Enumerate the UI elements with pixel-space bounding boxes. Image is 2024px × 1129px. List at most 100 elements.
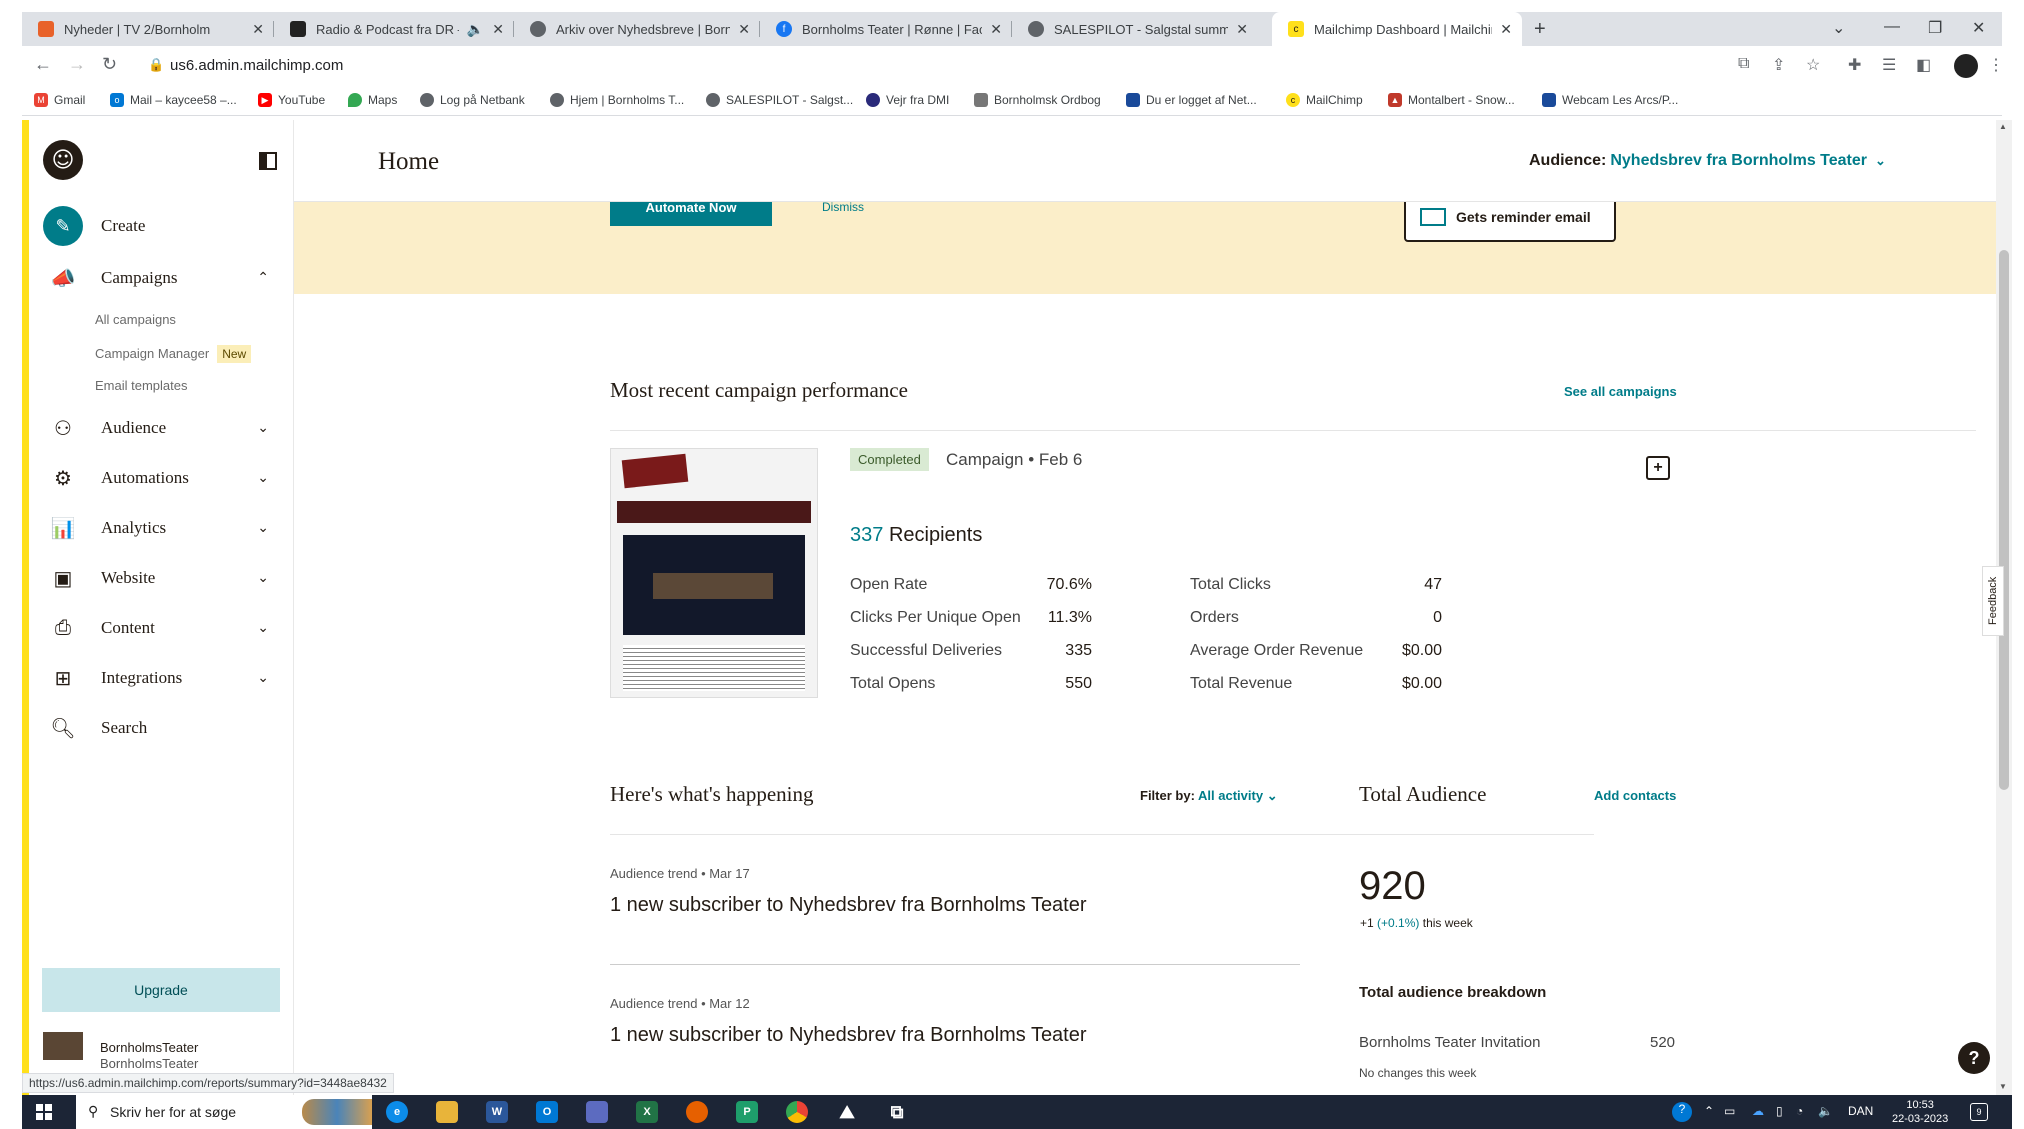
bookmark[interactable]: ▶ YouTube xyxy=(258,93,325,107)
bookmark[interactable]: Log på Netbank xyxy=(420,93,525,107)
side-panel-icon[interactable]: ◧ xyxy=(1916,55,1931,75)
feed-item-text[interactable]: 1 new subscriber to Nyhedsbrev fra Bornh… xyxy=(610,894,1087,917)
bookmark[interactable]: Hjem | Bornholms T... xyxy=(550,93,684,107)
scroll-up-icon[interactable]: ▲ xyxy=(1999,122,2007,131)
app-icon[interactable]: P xyxy=(736,1101,758,1123)
close-tab-icon[interactable]: ✕ xyxy=(252,21,264,38)
reading-list-icon[interactable]: ☰ xyxy=(1882,55,1896,75)
bookmark[interactable]: SALESPILOT - Salgst... xyxy=(706,93,853,107)
sidebar-item-create[interactable]: ✎ Create xyxy=(43,206,283,246)
sidebar-item-content[interactable]: ⎙ Content ⌄ xyxy=(43,610,283,646)
dismiss-link[interactable]: Dismiss xyxy=(822,202,864,214)
bookmark[interactable]: o Mail – kaycee58 –... xyxy=(110,93,237,107)
windows-start-icon[interactable] xyxy=(36,1104,52,1120)
sidebar-item-audience[interactable]: ⚇ Audience ⌄ xyxy=(43,410,283,446)
browser-tab-active[interactable]: c Mailchimp Dashboard | Mailchim ✕ xyxy=(1272,12,1522,46)
sidebar-subitem-all-campaigns[interactable]: All campaigns xyxy=(95,312,176,327)
battery-icon[interactable]: ▯ xyxy=(1776,1104,1783,1118)
close-tab-icon[interactable]: ✕ xyxy=(990,21,1002,38)
add-contacts-link[interactable]: Add contacts xyxy=(1594,788,1676,803)
browser-tab[interactable]: f Bornholms Teater | Rønne | Face ✕ xyxy=(760,12,1012,46)
app-icon[interactable]: ⛰ xyxy=(836,1101,858,1123)
audience-selector[interactable]: Audience: Nyhedsbrev fra Bornholms Teater… xyxy=(1529,152,1886,170)
activity-filter[interactable]: Filter by: All activity ⌄ xyxy=(1140,788,1278,804)
collapse-sidebar-icon[interactable] xyxy=(259,152,277,170)
close-tab-icon[interactable]: ✕ xyxy=(1500,21,1512,38)
sidebar-item-search[interactable]: 🔍︎ Search xyxy=(43,710,283,746)
task-view-icon[interactable]: ⧉ xyxy=(886,1101,908,1123)
excel-icon[interactable]: X xyxy=(636,1101,658,1123)
sidebar-item-analytics[interactable]: 📊 Analytics ⌄ xyxy=(43,510,283,546)
close-tab-icon[interactable]: ✕ xyxy=(738,21,750,38)
minimize-icon[interactable]: — xyxy=(1884,18,1900,36)
new-tab-icon[interactable]: + xyxy=(1534,18,1546,41)
bookmark[interactable]: Du er logget af Net... xyxy=(1126,93,1257,107)
sidebar-item-campaigns[interactable]: 📣 Campaigns ⌃ xyxy=(43,260,283,296)
chrome-icon[interactable] xyxy=(786,1101,808,1123)
notifications-icon[interactable]: 9 xyxy=(1970,1103,1988,1121)
account-avatar[interactable] xyxy=(43,1032,83,1060)
file-explorer-icon[interactable] xyxy=(436,1101,458,1123)
volume-icon[interactable]: 🔈 xyxy=(1818,1104,1833,1118)
firefox-icon[interactable] xyxy=(686,1101,708,1123)
back-icon[interactable]: ← xyxy=(34,54,52,75)
help-tray-icon[interactable]: ? xyxy=(1672,1102,1692,1122)
close-window-icon[interactable]: ✕ xyxy=(1972,18,1985,38)
mute-icon[interactable]: 🔈 xyxy=(467,21,484,38)
bookmark-star-icon[interactable]: ☆ xyxy=(1806,55,1820,75)
bookmark[interactable]: Webcam Les Arcs/P... xyxy=(1542,93,1678,107)
account-name[interactable]: BornholmsTeater xyxy=(100,1040,198,1055)
close-tab-icon[interactable]: ✕ xyxy=(492,21,504,38)
url-field[interactable]: us6.admin.mailchimp.com xyxy=(170,57,343,74)
bookmark[interactable]: c MailChimp xyxy=(1286,93,1363,107)
see-all-campaigns-link[interactable]: See all campaigns xyxy=(1564,384,1677,399)
chevron-up-icon[interactable]: ⌃ xyxy=(1704,1104,1714,1118)
bookmark[interactable]: ▲ Montalbert - Snow... xyxy=(1388,93,1515,107)
close-tab-icon[interactable]: ✕ xyxy=(1236,21,1248,38)
forward-icon[interactable]: → xyxy=(68,54,86,75)
replicate-icon[interactable]: + xyxy=(1646,456,1670,480)
bookmark[interactable]: M Gmail xyxy=(34,93,85,107)
browser-tab[interactable]: Radio & Podcast fra DR – Hø 🔈 ✕ xyxy=(274,12,514,46)
campaign-label[interactable]: Campaign • Feb 6 xyxy=(946,450,1082,470)
campaign-thumbnail[interactable] xyxy=(610,448,818,698)
word-icon[interactable]: W xyxy=(486,1101,508,1123)
reload-icon[interactable]: ↻ xyxy=(102,54,117,75)
restore-icon[interactable]: ❐ xyxy=(1928,18,1942,38)
network-icon[interactable]: ◔ xyxy=(1796,1104,1803,1118)
scrollbar-thumb[interactable] xyxy=(1999,250,2009,790)
menu-icon[interactable]: ⋮ xyxy=(1988,55,2004,75)
share-icon[interactable]: ⇪ xyxy=(1772,55,1785,75)
scroll-down-icon[interactable]: ▼ xyxy=(1999,1082,2007,1091)
help-button[interactable]: ? xyxy=(1958,1042,1990,1074)
bookmark[interactable]: Maps xyxy=(348,93,397,107)
edge-icon[interactable]: e xyxy=(386,1101,408,1123)
sidebar-item-automations[interactable]: ⚙ Automations ⌄ xyxy=(43,460,283,496)
upgrade-button[interactable]: Upgrade xyxy=(42,968,280,1012)
browser-tab[interactable]: SALESPILOT - Salgstal summeret ✕ xyxy=(1012,12,1258,46)
sidebar-item-website[interactable]: ▣ Website ⌄ xyxy=(43,560,283,596)
profile-avatar[interactable] xyxy=(1954,54,1978,78)
onedrive-icon[interactable]: ☁ xyxy=(1752,1104,1764,1118)
sidebar-subitem-email-templates[interactable]: Email templates xyxy=(95,378,187,393)
outlook-icon[interactable]: O xyxy=(536,1101,558,1123)
automate-now-button[interactable]: Automate Now xyxy=(610,202,772,226)
sidebar-item-integrations[interactable]: ⊞ Integrations ⌄ xyxy=(43,660,283,696)
taskbar-clock[interactable]: 10:53 22-03-2023 xyxy=(1892,1098,1948,1126)
extensions-icon[interactable]: ✚ xyxy=(1848,55,1861,75)
taskbar-search-box[interactable]: ⚲ Skriv her for at søge xyxy=(76,1095,372,1129)
tab-search-icon[interactable]: ⌄ xyxy=(1832,18,1845,38)
feed-item-text[interactable]: 1 new subscriber to Nyhedsbrev fra Bornh… xyxy=(610,1024,1087,1047)
language-indicator[interactable]: DAN xyxy=(1848,1104,1873,1118)
app-icon[interactable] xyxy=(586,1101,608,1123)
bookmark[interactable]: Vejr fra DMI xyxy=(866,93,949,107)
breakdown-name[interactable]: Bornholms Teater Invitation xyxy=(1359,1034,1541,1051)
bookmark[interactable]: Bornholmsk Ordbog xyxy=(974,93,1101,107)
feedback-tab[interactable]: Feedback xyxy=(1982,566,2004,636)
mailchimp-logo-icon[interactable]: ☺ xyxy=(43,140,83,180)
browser-tab[interactable]: Arkiv over Nyhedsbreve | Bornh ✕ xyxy=(514,12,760,46)
chat-icon[interactable]: ▭ xyxy=(1724,1104,1735,1118)
translate-icon[interactable]: ⧉ xyxy=(1738,55,1749,73)
sidebar-subitem-campaign-manager[interactable]: Campaign Manager New xyxy=(95,345,252,363)
browser-tab[interactable]: Nyheder | TV 2/Bornholm ✕ xyxy=(22,12,274,46)
